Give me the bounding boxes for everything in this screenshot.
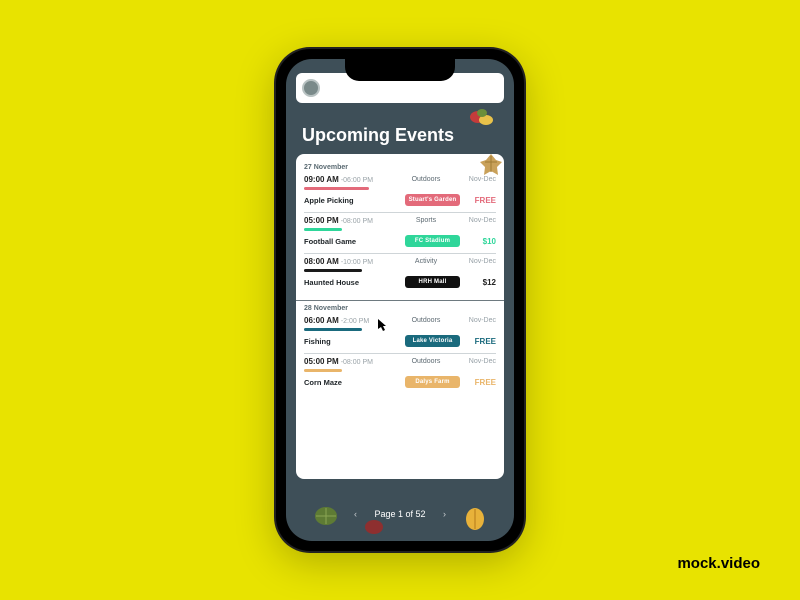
event-location-tag[interactable]: HRH Mall [405, 276, 460, 288]
avatar[interactable] [302, 79, 320, 97]
event-price: $10 [464, 237, 496, 246]
event-name: Corn Maze [304, 378, 401, 387]
event-progress-bar [304, 187, 369, 190]
event-location-tag[interactable]: Dalys Farm [405, 376, 460, 388]
event-name: Fishing [304, 337, 401, 346]
phone-frame: Upcoming Events 27 November 09:00 AM-06:0… [276, 49, 524, 551]
event-progress-bar [304, 369, 342, 372]
day-label: 27 November [304, 164, 496, 171]
event-time-row: 05:00 PM-08:00 PM Outdoors Nov-Dec [304, 357, 496, 366]
events-card: 27 November 09:00 AM-06:00 PM Outdoors Nov-… [296, 154, 504, 479]
event-category: Sports [400, 217, 452, 224]
leaf-icon [364, 519, 384, 535]
event-season: Nov-Dec [456, 358, 496, 365]
event-location-tag[interactable]: Stuart's Garden [405, 194, 460, 206]
event-price: $12 [464, 278, 496, 287]
event-name: Apple Picking [304, 196, 401, 205]
event-time: 05:00 PM-08:00 PM [304, 357, 396, 366]
event-detail-row[interactable]: Apple Picking Stuart's Garden FREE [304, 194, 496, 213]
page-title: Upcoming Events [302, 125, 454, 146]
phone-notch [345, 59, 455, 81]
event-season: Nov-Dec [456, 217, 496, 224]
event-name: Haunted House [304, 278, 401, 287]
event-price: FREE [464, 378, 496, 387]
pager-label: Page 1 of 52 [374, 509, 425, 519]
event-progress-bar [304, 228, 342, 231]
event-season: Nov-Dec [456, 317, 496, 324]
event-detail-row[interactable]: Haunted House HRH Mall $12 [304, 276, 496, 294]
watermark: mock.video [677, 555, 760, 572]
event-category: Outdoors [400, 317, 452, 324]
event-season: Nov-Dec [456, 258, 496, 265]
event-time-row: 09:00 AM-06:00 PM Outdoors Nov-Dec [304, 175, 496, 184]
event-detail-row[interactable]: Football Game FC Stadium $10 [304, 235, 496, 254]
event-time: 05:00 PM-08:00 PM [304, 216, 396, 225]
event-time: 08:00 AM-10:00 PM [304, 257, 396, 266]
pager-prev[interactable]: ‹ [350, 509, 360, 519]
event-price: FREE [464, 196, 496, 205]
event-category: Activity [400, 258, 452, 265]
event-category: Outdoors [400, 176, 452, 183]
event-price: FREE [464, 337, 496, 346]
phone-screen: Upcoming Events 27 November 09:00 AM-06:0… [286, 59, 514, 541]
event-time-row: 05:00 PM-08:00 PM Sports Nov-Dec [304, 216, 496, 225]
day-label: 28 November [304, 305, 496, 312]
event-location-tag[interactable]: FC Stadium [405, 235, 460, 247]
pager: ‹ Page 1 of 52 › [286, 509, 514, 519]
leaf-icon [468, 107, 496, 129]
event-location-tag[interactable]: Lake Victoria [405, 335, 460, 347]
event-progress-bar [304, 269, 362, 272]
event-season: Nov-Dec [456, 176, 496, 183]
pager-next[interactable]: › [440, 509, 450, 519]
event-detail-row[interactable]: Fishing Lake Victoria FREE [304, 335, 496, 354]
event-category: Outdoors [400, 358, 452, 365]
event-time: 06:00 AM-2:00 PM [304, 316, 396, 325]
event-detail-row[interactable]: Corn Maze Dalys Farm FREE [304, 376, 496, 394]
event-time-row: 06:00 AM-2:00 PM Outdoors Nov-Dec [304, 316, 496, 325]
event-progress-bar [304, 328, 362, 331]
event-name: Football Game [304, 237, 401, 246]
day-separator [296, 300, 504, 301]
event-time-row: 08:00 AM-10:00 PM Activity Nov-Dec [304, 257, 496, 266]
event-time: 09:00 AM-06:00 PM [304, 175, 396, 184]
